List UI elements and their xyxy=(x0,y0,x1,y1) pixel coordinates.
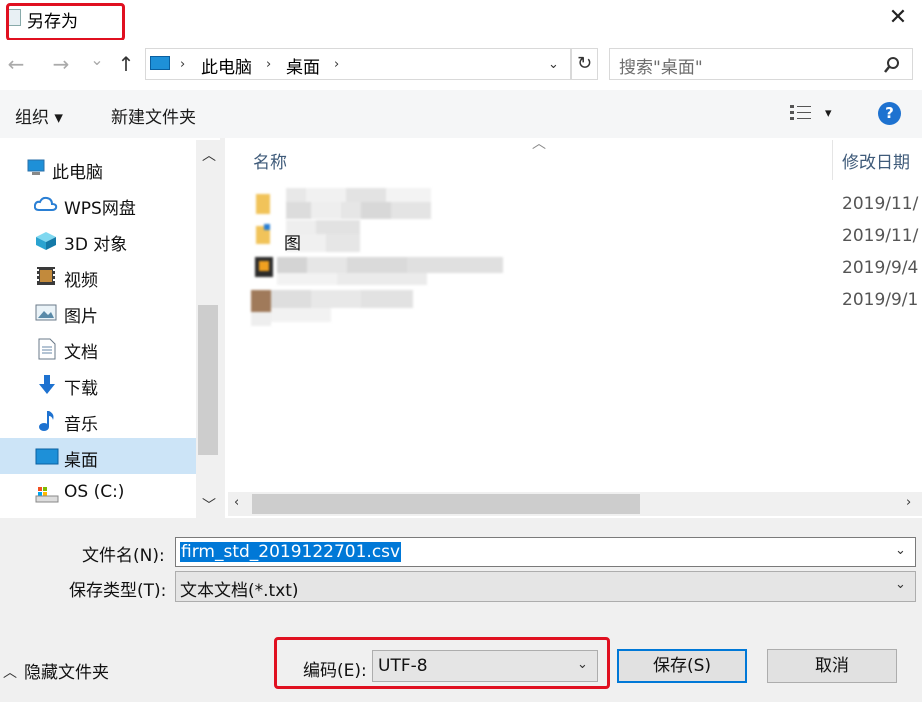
file-row-1-date: 2019/11/ xyxy=(842,194,919,214)
music-icon xyxy=(38,410,56,436)
file-row-2-date: 2019/11/ xyxy=(842,226,919,246)
address-dropdown-icon[interactable]: ⌄ xyxy=(548,57,559,72)
title-bar xyxy=(0,0,922,40)
chevron-right-icon[interactable]: › xyxy=(266,57,271,72)
file-row-3-pixelated[interactable] xyxy=(255,255,503,285)
sidebar-item-documents[interactable]: 文档 xyxy=(64,338,98,363)
view-options-icon[interactable] xyxy=(790,104,812,122)
sidebar-item-this-pc[interactable]: 此电脑 xyxy=(52,158,103,183)
file-row-2-pixelated[interactable] xyxy=(256,220,360,254)
filename-label: 文件名(N): xyxy=(82,546,165,566)
encoding-label: 编码(E): xyxy=(303,661,367,681)
file-row-3-date: 2019/9/4 xyxy=(842,258,919,278)
sort-up-icon: ︿ xyxy=(532,136,546,152)
new-folder-button[interactable]: 新建文件夹 xyxy=(111,103,196,128)
up-arrow-icon[interactable]: ↑ xyxy=(113,52,139,76)
sidebar-item-pictures[interactable]: 图片 xyxy=(64,302,98,327)
scroll-left-icon[interactable]: ‹ xyxy=(234,495,239,510)
forward-arrow-icon[interactable]: → xyxy=(48,52,74,76)
sidebar-selection-highlight xyxy=(0,438,196,474)
search-placeholder: 搜索"桌面" xyxy=(619,58,703,78)
file-row-1-pixelated[interactable] xyxy=(256,188,431,222)
sidebar-scrollbar-thumb[interactable] xyxy=(198,305,218,455)
filetype-label: 保存类型(T): xyxy=(69,581,167,601)
cloud-icon xyxy=(33,195,58,217)
recent-locations-icon[interactable]: ⌄ xyxy=(84,50,110,69)
sidebar-item-wps-cloud[interactable]: WPS网盘 xyxy=(64,194,136,219)
sidebar-item-videos[interactable]: 视频 xyxy=(64,266,98,291)
document-icon xyxy=(38,338,56,364)
column-header-name[interactable]: 名称 xyxy=(253,148,287,173)
sidebar-item-music[interactable]: 音乐 xyxy=(64,410,98,435)
encoding-dropdown-icon[interactable]: ⌄ xyxy=(577,657,588,672)
horizontal-scrollbar-thumb[interactable] xyxy=(252,494,640,514)
download-icon xyxy=(38,374,56,400)
sidebar-item-desktop[interactable]: 桌面 xyxy=(64,446,98,471)
search-icon[interactable] xyxy=(883,56,901,78)
scroll-up-icon[interactable]: ︿ xyxy=(202,145,216,165)
view-dropdown-icon[interactable]: ▾ xyxy=(825,106,832,121)
organize-button[interactable]: 组织 ▾ xyxy=(15,103,63,128)
back-arrow-icon[interactable]: ← xyxy=(3,52,29,76)
column-separator[interactable] xyxy=(832,140,833,180)
scroll-down-icon[interactable]: ﹀ xyxy=(202,495,216,515)
file-row-4-date: 2019/9/1 xyxy=(842,290,919,310)
filetype-dropdown-icon[interactable]: ⌄ xyxy=(895,577,906,592)
drive-icon xyxy=(35,485,59,507)
refresh-button[interactable]: ↻ xyxy=(571,48,598,80)
monitor-icon xyxy=(150,56,170,70)
encoding-value: UTF-8 xyxy=(378,656,428,676)
close-icon[interactable]: ✕ xyxy=(880,2,916,34)
save-button[interactable]: 保存(S) xyxy=(617,649,747,683)
breadcrumb-desktop[interactable]: 桌面 xyxy=(286,53,320,78)
title-highlight-box xyxy=(6,3,125,41)
chevron-up-icon[interactable]: ︿ xyxy=(3,662,17,682)
file-row-4-pixelated[interactable] xyxy=(251,284,413,326)
cancel-button[interactable]: 取消 xyxy=(767,649,897,683)
sidebar-item-downloads[interactable]: 下载 xyxy=(64,374,98,399)
sidebar-item-3d-objects[interactable]: 3D 对象 xyxy=(64,230,127,255)
breadcrumb-this-pc[interactable]: 此电脑 xyxy=(201,53,252,78)
video-icon xyxy=(36,266,56,290)
chevron-right-icon[interactable]: › xyxy=(180,57,185,72)
scroll-right-icon[interactable]: › xyxy=(906,495,911,510)
picture-icon xyxy=(35,304,57,326)
hide-folders-toggle[interactable]: 隐藏文件夹 xyxy=(24,658,109,683)
desktop-icon xyxy=(35,448,59,470)
help-icon[interactable]: ? xyxy=(878,102,901,125)
filename-value[interactable]: firm_std_2019122701.csv xyxy=(180,542,402,562)
filename-dropdown-icon[interactable]: ⌄ xyxy=(895,543,906,558)
column-header-modified[interactable]: 修改日期 xyxy=(842,148,910,173)
file-row-2-name[interactable]: 图 xyxy=(284,229,301,254)
cube-icon xyxy=(35,231,57,255)
chevron-right-icon[interactable]: › xyxy=(334,57,339,72)
sidebar-item-os-c[interactable]: OS (C:) xyxy=(64,482,124,502)
computer-icon xyxy=(26,159,48,181)
filetype-value: 文本文档(*.txt) xyxy=(180,581,299,601)
